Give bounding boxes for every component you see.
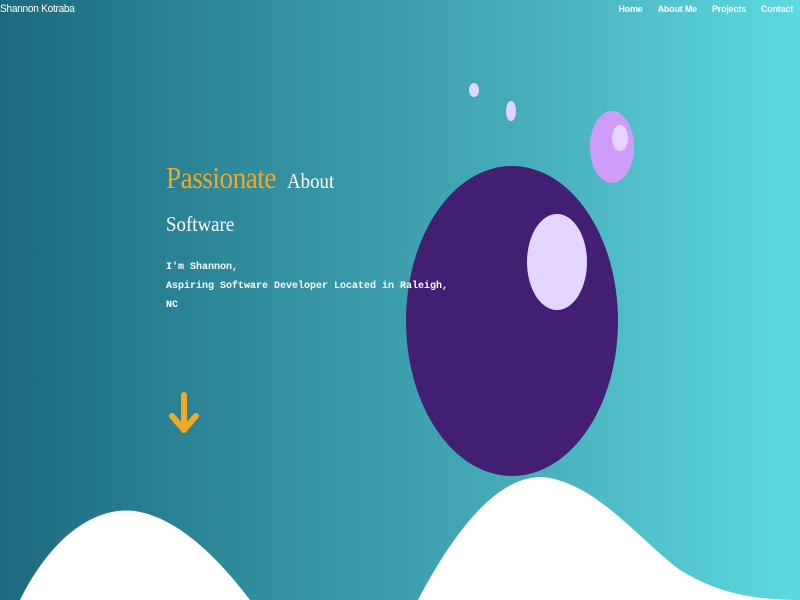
nav-about-me[interactable]: About Me bbox=[658, 4, 698, 14]
background-decoration bbox=[20, 83, 800, 600]
small-bubble-2 bbox=[506, 101, 516, 121]
hero-headline: Passionate About bbox=[166, 160, 340, 196]
headline-rest: About bbox=[287, 169, 335, 193]
small-bubble-1 bbox=[469, 83, 479, 97]
purple-planet bbox=[406, 166, 618, 476]
lilac-bubble-highlight bbox=[612, 125, 628, 151]
lilac-bubble bbox=[590, 111, 634, 183]
nav-contact[interactable]: Contact bbox=[761, 4, 793, 14]
planet-highlight bbox=[527, 214, 587, 310]
intro-line-1: I'm Shannon, bbox=[166, 262, 239, 273]
headline-line2: Software bbox=[166, 212, 235, 236]
intro-text: I'm Shannon, Aspiring Software Developer… bbox=[166, 258, 449, 315]
arrow-down-icon[interactable] bbox=[167, 391, 201, 437]
intro-line-3: NC bbox=[166, 300, 179, 311]
right-hill bbox=[418, 477, 800, 600]
site-brand[interactable]: Shannon Kotraba bbox=[0, 3, 75, 15]
headline-accent: Passionate bbox=[166, 160, 276, 195]
nav-projects[interactable]: Projects bbox=[712, 4, 746, 14]
left-hill bbox=[20, 510, 250, 600]
main-nav: Home About Me Projects Contact bbox=[618, 4, 793, 14]
nav-home[interactable]: Home bbox=[618, 4, 642, 14]
intro-line-2: Aspiring Software Developer Located in R… bbox=[166, 281, 449, 292]
